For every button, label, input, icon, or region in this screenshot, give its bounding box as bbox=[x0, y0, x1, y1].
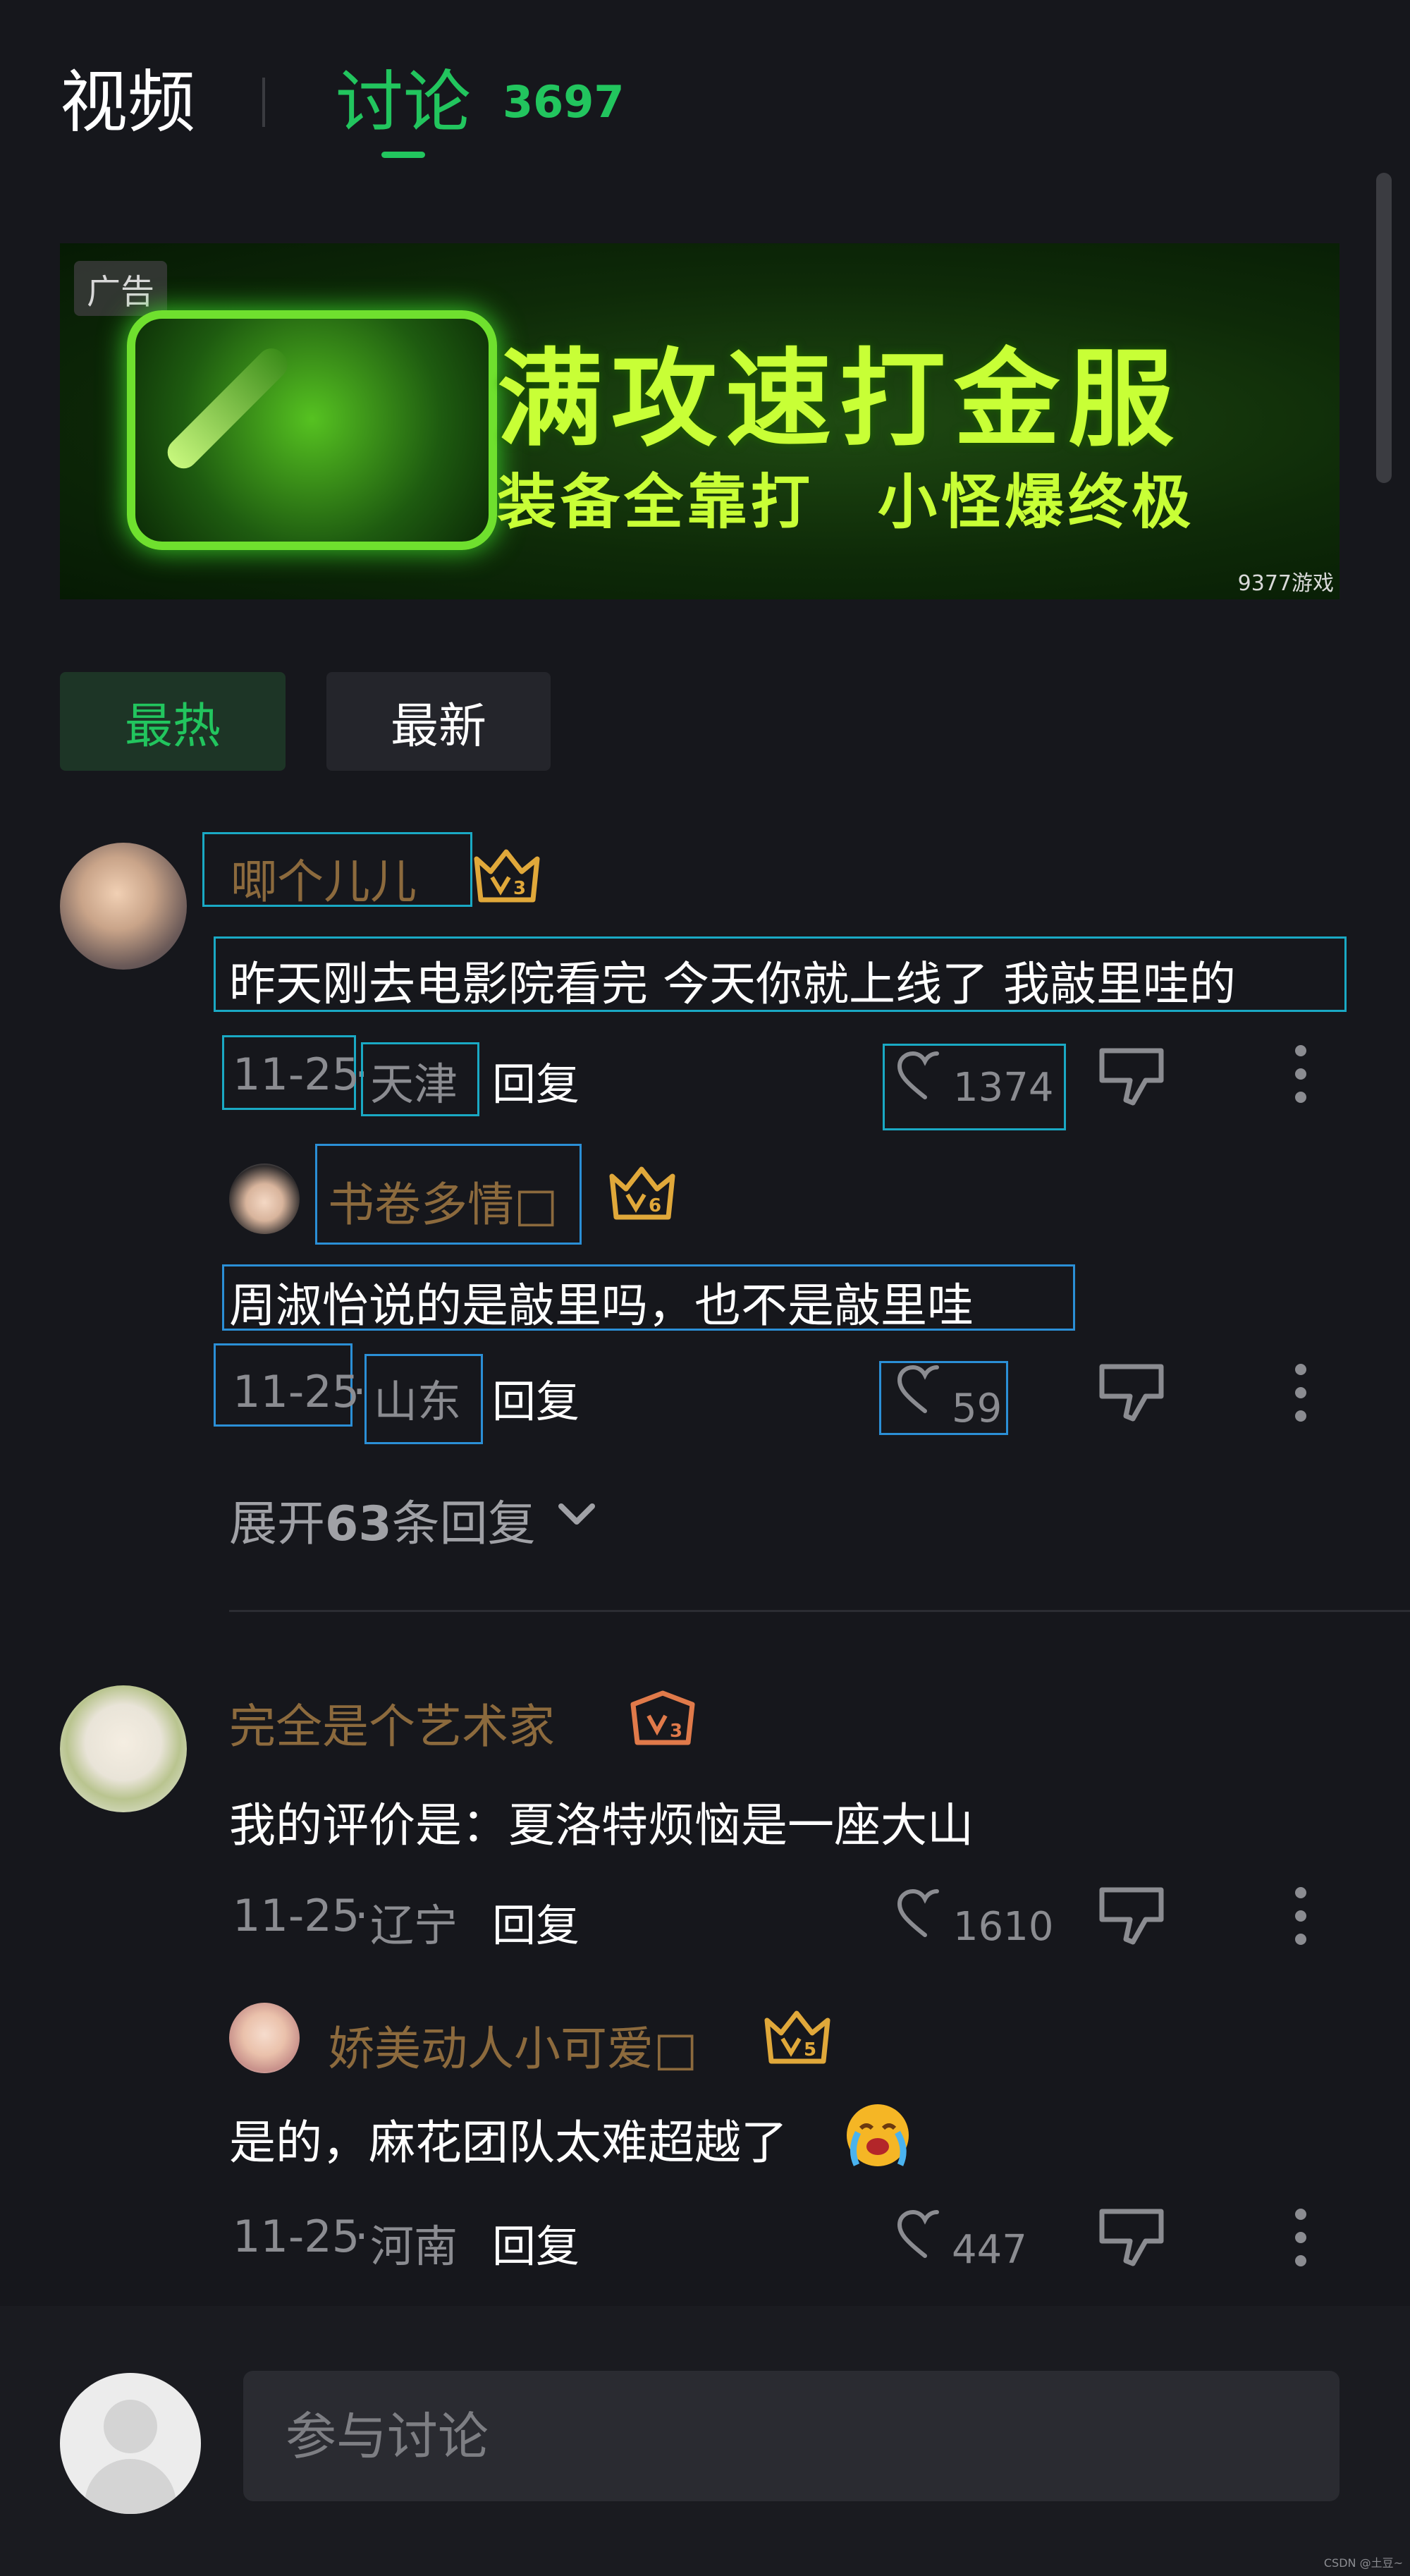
thumb-down-icon[interactable] bbox=[1096, 1884, 1170, 1948]
like-count: 1374 bbox=[953, 1065, 1054, 1111]
thumb-down-icon[interactable] bbox=[1096, 1361, 1170, 1424]
current-user-avatar[interactable] bbox=[60, 2373, 201, 2514]
reply-region: 河南 bbox=[370, 2221, 458, 2272]
expand-prefix: 展开 bbox=[229, 1496, 326, 1552]
discussion-count: 3697 bbox=[503, 76, 625, 128]
avatar[interactable] bbox=[60, 843, 187, 970]
chevron-down-icon[interactable] bbox=[557, 1501, 596, 1529]
comment-username[interactable]: 唧个儿儿 bbox=[231, 844, 417, 912]
reply-button[interactable]: 回复 bbox=[492, 1049, 580, 1112]
meta-dot: · bbox=[355, 2211, 369, 2262]
comment-date: 11-25 bbox=[233, 1890, 360, 1941]
ad-emblem-image bbox=[127, 310, 497, 550]
crown-level-badge-icon: 3 bbox=[630, 1690, 695, 1745]
expand-suffix: 条回复 bbox=[391, 1496, 536, 1552]
reply-username[interactable]: 书卷多情□ bbox=[328, 1167, 558, 1235]
crown-level-badge-icon: 3 bbox=[474, 849, 540, 903]
heart-icon[interactable] bbox=[897, 2209, 953, 2260]
comment-date: 11-25 bbox=[233, 1049, 360, 1100]
heart-icon[interactable] bbox=[897, 1051, 953, 1101]
like-count: 1610 bbox=[953, 1904, 1054, 1950]
svg-text:5: 5 bbox=[804, 2039, 816, 2061]
comment-username[interactable]: 完全是个艺术家 bbox=[229, 1689, 555, 1757]
avatar-placeholder-body bbox=[85, 2459, 176, 2514]
tab-discussion[interactable]: 讨论 bbox=[336, 60, 471, 158]
comment-region: 天津 bbox=[370, 1058, 458, 1110]
meta-dot: · bbox=[355, 1890, 369, 1941]
sort-hot-button[interactable]: 最热 bbox=[60, 672, 286, 771]
more-vertical-icon[interactable] bbox=[1290, 1361, 1311, 1424]
svg-text:3: 3 bbox=[513, 878, 526, 899]
thumb-down-icon[interactable] bbox=[1096, 1045, 1170, 1109]
avatar[interactable] bbox=[229, 2003, 300, 2073]
avatar[interactable] bbox=[60, 1685, 187, 1812]
ad-title: 满攻速打金服 bbox=[497, 338, 1183, 461]
reply-text: 是的，麻花团队太难超越了 bbox=[229, 2116, 787, 2170]
reply-button[interactable]: 回复 bbox=[492, 2211, 580, 2274]
expand-count: 63 bbox=[325, 1496, 392, 1552]
comment-region: 辽宁 bbox=[370, 1900, 458, 1951]
crying-emoji-icon bbox=[847, 2104, 909, 2166]
reply-date: 11-25 bbox=[233, 1366, 360, 1417]
watermark: CSDN @土豆~ bbox=[1323, 2556, 1403, 2570]
heart-icon[interactable] bbox=[897, 1888, 953, 1939]
comment-text: 我的评价是：夏洛特烦恼是一座大山 bbox=[229, 1798, 974, 1852]
reply-region: 山东 bbox=[374, 1376, 462, 1427]
ad-badge: 广告 bbox=[74, 261, 168, 316]
avatar[interactable] bbox=[229, 1164, 300, 1234]
comments-page: 视频 讨论 3697 广告 满攻速打金服 装备全靠打 小怪爆终极 9377游戏 … bbox=[0, 0, 1410, 2576]
expand-replies-button[interactable]: 展开63条回复 bbox=[229, 1484, 536, 1554]
ad-brand: 9377游戏 bbox=[1237, 571, 1334, 596]
reply-text: 周淑怡说的是敲里吗，也不是敲里哇 bbox=[229, 1278, 974, 1333]
tab-separator bbox=[262, 78, 265, 127]
ad-subtitle: 装备全靠打 小怪爆终极 bbox=[497, 468, 1196, 537]
crown-level-badge-icon: 5 bbox=[764, 2010, 830, 2064]
header-tabs: 视频 讨论 3697 bbox=[60, 39, 625, 158]
reply-button[interactable]: 回复 bbox=[492, 1366, 580, 1429]
like-count: 59 bbox=[952, 1386, 1003, 1432]
like-count: 447 bbox=[952, 2227, 1027, 2273]
reply-username[interactable]: 娇美动人小可爱□ bbox=[328, 2011, 697, 2079]
more-vertical-icon[interactable] bbox=[1290, 1042, 1311, 1106]
thumb-down-icon[interactable] bbox=[1096, 2206, 1170, 2269]
ad-banner[interactable]: 广告 满攻速打金服 装备全靠打 小怪爆终极 9377游戏 bbox=[60, 243, 1340, 599]
comment-divider bbox=[229, 1610, 1410, 1612]
comment-text: 昨天刚去电影院看完 今天你就上线了 我敲里哇的 bbox=[229, 957, 1236, 1011]
tab-discussion-label: 讨论 bbox=[336, 63, 471, 142]
avatar-placeholder-head bbox=[104, 2400, 157, 2453]
reply-button[interactable]: 回复 bbox=[492, 1890, 580, 1953]
reply-date: 11-25 bbox=[233, 2211, 360, 2262]
heart-icon[interactable] bbox=[897, 1365, 953, 1415]
tab-video[interactable]: 视频 bbox=[60, 60, 195, 145]
more-vertical-icon[interactable] bbox=[1290, 2206, 1311, 2269]
svg-text:6: 6 bbox=[649, 1195, 661, 1216]
sort-new-button[interactable]: 最新 bbox=[326, 672, 551, 771]
active-tab-indicator bbox=[381, 152, 425, 158]
discussion-input[interactable] bbox=[243, 2371, 1340, 2501]
svg-text:3: 3 bbox=[670, 1721, 682, 1742]
crown-level-badge-icon: 6 bbox=[609, 1166, 675, 1220]
scrollbar-thumb[interactable] bbox=[1376, 173, 1392, 483]
more-vertical-icon[interactable] bbox=[1290, 1884, 1311, 1948]
